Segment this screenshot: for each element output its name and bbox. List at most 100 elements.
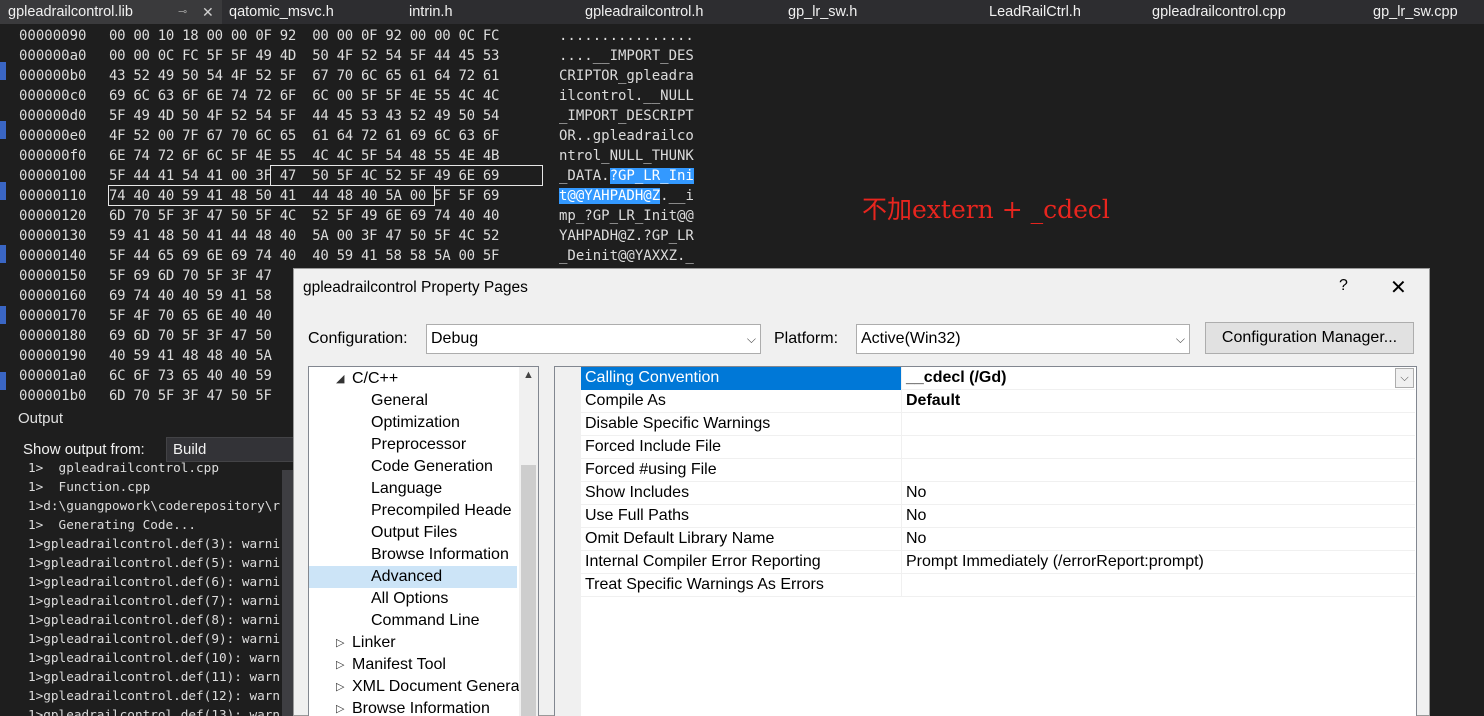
- tab-intrin-h[interactable]: intrin.h: [409, 0, 453, 24]
- property-row[interactable]: Show Includes No: [581, 482, 1415, 505]
- property-value[interactable]: Prompt Immediately (/errorReport:prompt): [906, 551, 1204, 573]
- hex-row[interactable]: 00000140 5F 44 65 69 6E 69 74 40 40 59 41…: [0, 246, 1484, 266]
- property-name: Compile As: [585, 392, 666, 409]
- tab-leadrailctrl-h[interactable]: LeadRailCtrl.h: [989, 0, 1081, 24]
- property-row[interactable]: Internal Compiler Error Reporting Prompt …: [581, 551, 1415, 574]
- close-icon[interactable]: ✕: [1390, 275, 1407, 300]
- hex-row[interactable]: 000000f0 6E 74 72 6F 6C 5F 4E 55 4C 4C 5F…: [0, 146, 1484, 166]
- tree-item-output-files[interactable]: Output Files: [309, 522, 517, 544]
- configuration-manager-button[interactable]: Configuration Manager...: [1205, 322, 1414, 354]
- scrollbar-thumb[interactable]: [521, 465, 536, 716]
- tree-item-preprocessor[interactable]: Preprocessor: [309, 434, 517, 456]
- tree-item-xml-document-genera[interactable]: ▷ XML Document Genera: [309, 676, 519, 698]
- hex-bytes: 6D 70 5F 3F 47 50 5F 4C 52 5F 49 6E 69 7…: [109, 208, 500, 224]
- hex-row[interactable]: 000000b0 43 52 49 50 54 4F 52 5F 67 70 6C…: [0, 66, 1484, 86]
- property-row[interactable]: Compile As Default: [581, 390, 1415, 413]
- tab-label: gp_lr_sw.h: [788, 4, 858, 20]
- byte-selection-box: [108, 185, 435, 206]
- property-row[interactable]: Omit Default Library Name No: [581, 528, 1415, 551]
- property-name: Treat Specific Warnings As Errors: [585, 576, 824, 593]
- tree-item-code-generation[interactable]: Code Generation: [309, 456, 517, 478]
- property-row[interactable]: Forced Include File: [581, 436, 1415, 459]
- property-category-tree[interactable]: ◢ C/C++ General Optimization Preprocessor Cod…: [308, 366, 539, 716]
- hex-row[interactable]: 000000d0 5F 49 4D 50 4F 52 54 5F 44 45 53…: [0, 106, 1484, 126]
- column-divider: [901, 482, 902, 505]
- hex-address: 000000f0: [19, 148, 87, 164]
- collapsed-arrow-icon[interactable]: ▷: [336, 632, 344, 654]
- tab-label: qatomic_msvc.h: [229, 4, 334, 20]
- chevron-down-icon[interactable]: ⌵: [1395, 368, 1414, 388]
- column-divider: [901, 551, 902, 574]
- tree-item-linker[interactable]: ▷ Linker: [309, 632, 517, 654]
- tree-scrollbar[interactable]: ▲: [519, 367, 538, 716]
- hex-address: 00000110: [19, 188, 87, 204]
- hex-row[interactable]: 00000090 00 00 10 18 00 00 0F 92 00 00 0F…: [0, 26, 1484, 46]
- tree-item-command-line[interactable]: Command Line: [309, 610, 517, 632]
- property-row[interactable]: Calling Convention __cdecl (/Gd) ⌵: [581, 367, 1415, 390]
- column-divider: [901, 459, 902, 482]
- tree-item-label: Preprocessor: [371, 436, 467, 453]
- property-name: Calling Convention: [585, 369, 720, 386]
- property-name: Disable Specific Warnings: [585, 415, 771, 432]
- column-divider: [901, 390, 902, 413]
- ascii-text: _DATA.: [559, 168, 610, 184]
- hex-row[interactable]: 000000c0 69 6C 63 6F 6E 74 72 6F 6C 00 5F…: [0, 86, 1484, 106]
- hex-bytes: 59 41 48 50 41 44 48 40 5A 00 3F 47 50 5…: [109, 228, 500, 244]
- property-grid[interactable]: Calling Convention __cdecl (/Gd) ⌵ Compile …: [554, 366, 1417, 716]
- tab-gp-lr-sw-cpp[interactable]: gp_lr_sw.cpp: [1373, 0, 1458, 24]
- configuration-select[interactable]: Debug ⌵: [426, 324, 761, 354]
- tab-gp-lr-sw-h[interactable]: gp_lr_sw.h: [788, 0, 857, 24]
- tree-item-c-c-[interactable]: ◢ C/C++: [309, 368, 517, 390]
- hex-ascii: ilcontrol.__NULL: [559, 88, 694, 104]
- hex-ascii: ................: [559, 28, 694, 44]
- output-line: 1>gpleadrailcontrol.def(8): warni: [28, 612, 281, 627]
- property-value[interactable]: No: [906, 505, 926, 527]
- tab-gpleadrailcontrol-lib[interactable]: gpleadrailcontrol.lib ⊸ ✕: [0, 0, 222, 24]
- tree-item-label: Manifest Tool: [352, 656, 446, 673]
- hex-row[interactable]: 00000120 6D 70 5F 3F 47 50 5F 4C 52 5F 49…: [0, 206, 1484, 226]
- tree-item-label: Linker: [352, 634, 396, 651]
- tab-gpleadrailcontrol-h[interactable]: gpleadrailcontrol.h: [585, 0, 704, 24]
- collapsed-arrow-icon[interactable]: ▷: [336, 698, 344, 716]
- tree-item-general[interactable]: General: [309, 390, 517, 412]
- tab-label: gpleadrailcontrol.lib: [8, 4, 133, 20]
- property-value[interactable]: No: [906, 528, 926, 550]
- property-row[interactable]: Forced #using File: [581, 459, 1415, 482]
- collapsed-arrow-icon[interactable]: ▷: [336, 654, 344, 676]
- hex-row[interactable]: 000000a0 00 00 0C FC 5F 5F 49 4D 50 4F 52…: [0, 46, 1484, 66]
- property-value[interactable]: Default: [906, 390, 960, 412]
- property-row[interactable]: Disable Specific Warnings: [581, 413, 1415, 436]
- tree-item-language[interactable]: Language: [309, 478, 517, 500]
- expanded-arrow-icon[interactable]: ◢: [336, 368, 344, 390]
- tree-item-advanced[interactable]: Advanced: [309, 566, 517, 588]
- output-line: 1>gpleadrailcontrol.def(10): warn: [28, 650, 281, 665]
- hex-row[interactable]: 00000100 5F 44 41 54 41 00 3F 47 50 5F 4C…: [0, 166, 1484, 186]
- platform-select[interactable]: Active(Win32) ⌵: [856, 324, 1190, 354]
- help-icon[interactable]: ?: [1339, 277, 1348, 295]
- tree-item-label: Language: [371, 480, 443, 497]
- output-line: 1>gpleadrailcontrol.def(13): warn: [28, 707, 281, 716]
- property-value[interactable]: No: [906, 482, 926, 504]
- property-row[interactable]: Treat Specific Warnings As Errors: [581, 574, 1415, 597]
- pin-icon[interactable]: ⊸: [178, 0, 187, 24]
- tab-label: gpleadrailcontrol.cpp: [1152, 4, 1286, 20]
- tree-item-optimization[interactable]: Optimization: [309, 412, 517, 434]
- hex-ascii: mp_?GP_LR_Init@@: [559, 208, 694, 224]
- collapsed-arrow-icon[interactable]: ▷: [336, 676, 344, 698]
- close-icon[interactable]: ✕: [202, 0, 214, 24]
- property-row[interactable]: Use Full Paths No: [581, 505, 1415, 528]
- hex-address: 000000c0: [19, 88, 87, 104]
- tree-item-precompiled-heade[interactable]: Precompiled Heade: [309, 500, 517, 522]
- tree-item-all-options[interactable]: All Options: [309, 588, 517, 610]
- hex-row[interactable]: 000000e0 4F 52 00 7F 67 70 6C 65 61 64 72…: [0, 126, 1484, 146]
- tree-item-label: Code Generation: [371, 458, 493, 475]
- platform-label: Platform:: [774, 330, 839, 347]
- tree-item-manifest-tool[interactable]: ▷ Manifest Tool: [309, 654, 517, 676]
- hex-row[interactable]: 00000130 59 41 48 50 41 44 48 40 5A 00 3F…: [0, 226, 1484, 246]
- scroll-up-icon[interactable]: ▲: [523, 369, 534, 381]
- tree-item-browse-information[interactable]: ▷ Browse Information: [309, 698, 517, 716]
- tab-qatomic-msvc-h[interactable]: qatomic_msvc.h: [229, 0, 334, 24]
- tab-gpleadrailcontrol-cpp[interactable]: gpleadrailcontrol.cpp: [1152, 0, 1286, 24]
- property-value[interactable]: __cdecl (/Gd): [906, 367, 1006, 389]
- tree-item-browse-information[interactable]: Browse Information: [309, 544, 517, 566]
